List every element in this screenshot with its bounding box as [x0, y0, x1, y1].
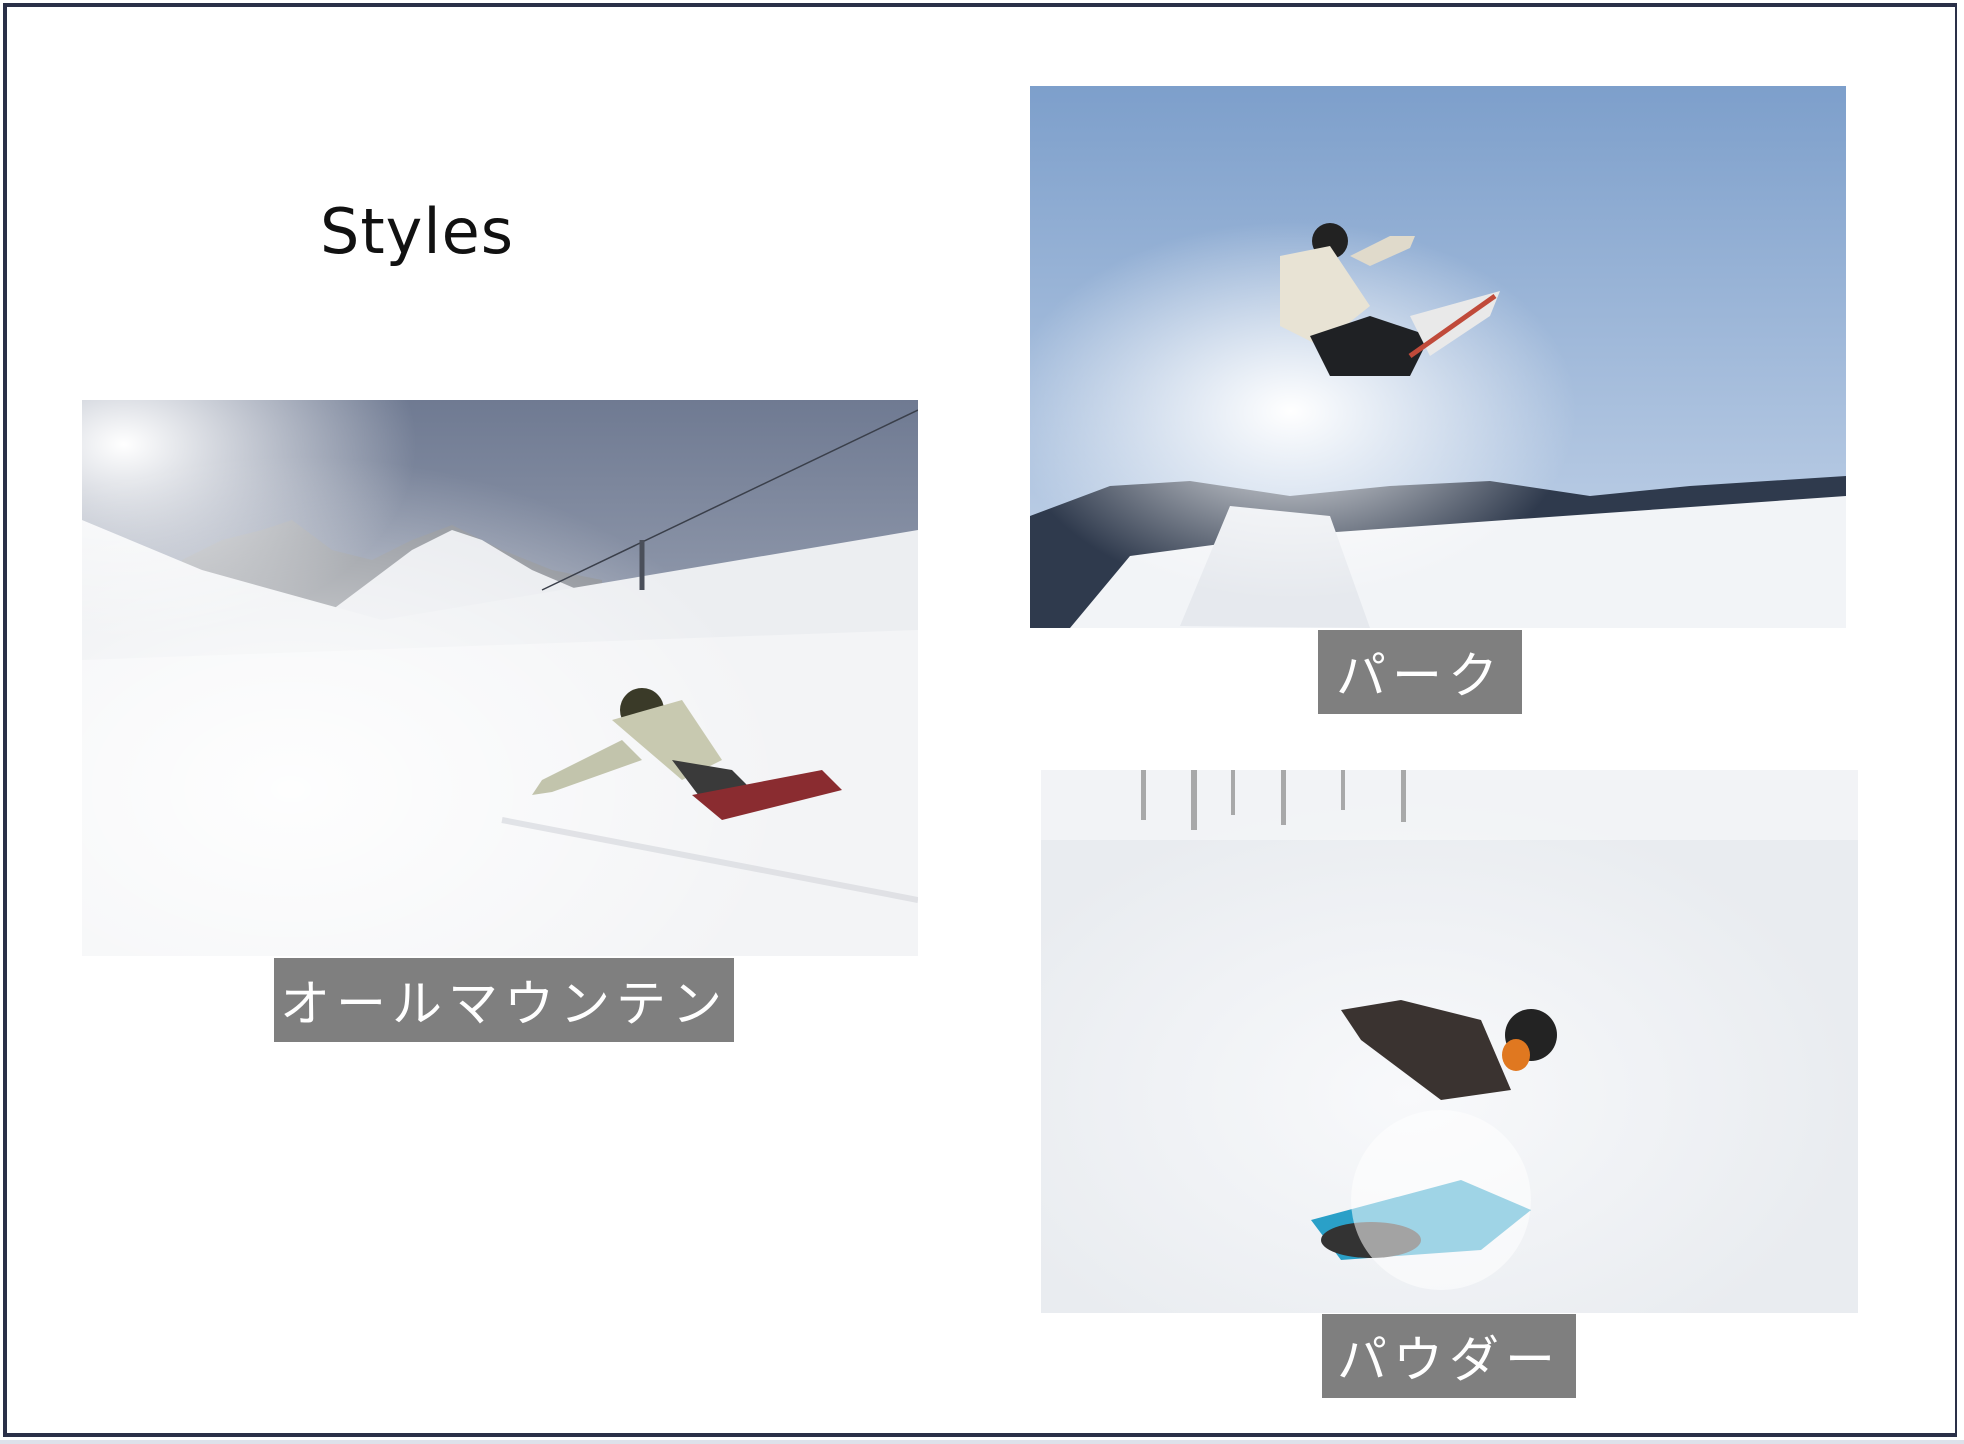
- slide-title: Styles: [320, 195, 515, 268]
- park-photo: [1030, 86, 1846, 628]
- powder-caption: パウダー: [1322, 1314, 1576, 1398]
- all-mountain-photo: [82, 400, 918, 956]
- all-mountain-caption: オールマウンテン: [274, 958, 734, 1042]
- bottom-strip: [0, 1440, 1964, 1444]
- park-caption: パーク: [1318, 630, 1522, 714]
- powder-photo: [1041, 770, 1858, 1313]
